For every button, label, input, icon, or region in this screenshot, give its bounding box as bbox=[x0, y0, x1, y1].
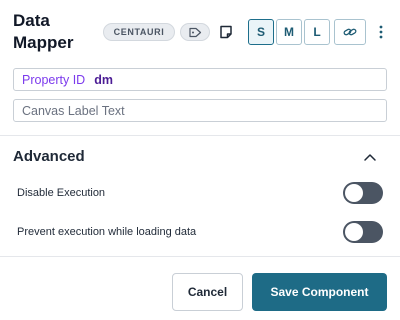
more-options-button[interactable] bbox=[375, 21, 387, 43]
panel-header: Data Mapper CENTAURI S M L bbox=[13, 8, 390, 58]
advanced-section-title: Advanced bbox=[13, 148, 85, 165]
link-button[interactable] bbox=[334, 19, 366, 45]
tag-icon bbox=[188, 27, 201, 37]
centauri-badge: CENTAURI bbox=[103, 23, 175, 41]
kebab-menu-icon bbox=[379, 25, 383, 39]
property-id-value: dm bbox=[94, 72, 113, 87]
link-icon bbox=[343, 28, 357, 36]
cancel-button[interactable]: Cancel bbox=[172, 273, 243, 311]
chevron-up-icon[interactable] bbox=[362, 150, 378, 164]
disable-execution-toggle[interactable] bbox=[343, 182, 383, 204]
prevent-execution-toggle[interactable] bbox=[343, 221, 383, 243]
divider bbox=[0, 135, 400, 136]
size-m-button[interactable]: M bbox=[276, 19, 302, 45]
canvas-label-input[interactable]: Canvas Label Text bbox=[13, 99, 387, 122]
divider bbox=[0, 256, 400, 257]
component-title: Data Mapper bbox=[13, 11, 74, 52]
disable-execution-label: Disable Execution bbox=[17, 187, 106, 199]
prevent-execution-label: Prevent execution while loading data bbox=[17, 226, 197, 238]
size-s-button[interactable]: S bbox=[248, 19, 274, 45]
note-icon bbox=[220, 25, 232, 39]
property-id-label: Property ID bbox=[22, 72, 86, 87]
note-button[interactable] bbox=[217, 23, 235, 41]
size-selector: S M L bbox=[248, 19, 332, 45]
size-l-button[interactable]: L bbox=[304, 19, 330, 45]
save-component-button[interactable]: Save Component bbox=[252, 273, 387, 311]
tag-chip[interactable] bbox=[180, 23, 210, 41]
component-settings-panel: Data Mapper CENTAURI S M L Property ID d… bbox=[0, 0, 400, 320]
property-id-field[interactable]: Property ID dm bbox=[13, 68, 387, 91]
